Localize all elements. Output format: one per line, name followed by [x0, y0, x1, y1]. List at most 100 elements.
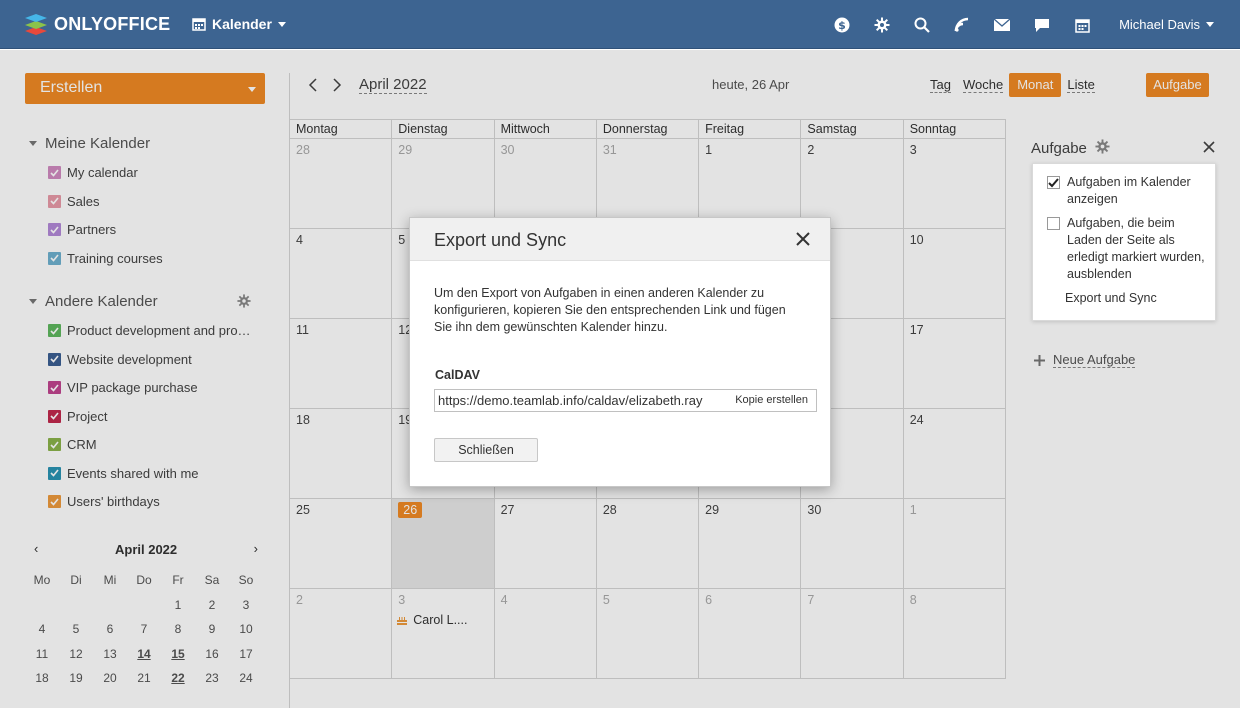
mini-calendar-day[interactable]: 7 — [127, 621, 161, 646]
calendar-checkbox[interactable] — [48, 438, 61, 451]
calendar-checkbox[interactable] — [48, 324, 61, 337]
day-cell[interactable]: 29 — [699, 499, 802, 588]
hide-done-tasks-checkbox[interactable] — [1047, 217, 1060, 230]
day-cell[interactable]: 4 — [495, 589, 597, 678]
mini-next-month-button[interactable]: › — [254, 541, 258, 556]
task-settings-gear-icon[interactable] — [1095, 139, 1110, 158]
day-cell[interactable]: 29 — [392, 139, 495, 228]
calendar-checkbox[interactable] — [48, 194, 61, 208]
other-calendars-header[interactable]: Andere Kalender — [29, 293, 158, 310]
day-cell[interactable]: 11 — [290, 319, 393, 408]
mini-calendar-day[interactable]: 11 — [25, 646, 59, 671]
hide-done-tasks-option[interactable]: Aufgaben, die beim Laden der Seite als e… — [1047, 215, 1211, 283]
mini-calendar-day[interactable]: 9 — [195, 621, 229, 646]
day-cell[interactable]: 28 — [290, 139, 393, 228]
view-option[interactable]: Tag — [924, 73, 957, 97]
day-cell[interactable]: 2 — [290, 589, 393, 678]
day-cell[interactable]: 5 — [597, 589, 700, 678]
day-cell[interactable]: 3 — [904, 139, 1006, 228]
mini-calendar-day[interactable]: 22 — [161, 670, 195, 695]
mini-calendar-day[interactable]: 19 — [59, 670, 93, 695]
chat-icon[interactable] — [1022, 14, 1062, 36]
day-cell[interactable]: 10 — [904, 229, 1006, 318]
day-cell[interactable]: 25 — [290, 499, 393, 588]
mail-icon[interactable] — [982, 14, 1022, 36]
module-switcher[interactable]: Kalender — [192, 16, 286, 32]
calendar-checkbox[interactable] — [48, 495, 61, 508]
calendar-checkbox[interactable] — [48, 223, 61, 236]
mini-calendar-day[interactable]: 23 — [195, 670, 229, 695]
day-cell[interactable]: 3 Carol L.... — [392, 589, 495, 678]
month-title[interactable]: April 2022 — [359, 76, 427, 94]
mini-calendar-day[interactable]: 2 — [195, 597, 229, 622]
day-cell[interactable]: 7 — [801, 589, 904, 678]
dollar-icon[interactable]: $ — [822, 14, 862, 36]
mini-calendar-day[interactable]: 24 — [229, 670, 263, 695]
calendar-checkbox[interactable] — [48, 166, 61, 179]
task-button[interactable]: Aufgabe — [1146, 73, 1209, 97]
calendar-event[interactable]: Carol L.... — [396, 613, 467, 627]
calendar-item[interactable]: Partners — [48, 222, 116, 237]
prev-month-button[interactable] — [308, 76, 318, 97]
mini-calendar-day[interactable]: 4 — [25, 621, 59, 646]
show-tasks-option[interactable]: Aufgaben im Kalender anzeigen — [1047, 174, 1207, 208]
show-tasks-checkbox[interactable] — [1047, 176, 1060, 189]
calendar-item[interactable]: CRM — [48, 437, 97, 452]
calendar-item[interactable]: Events shared with me — [48, 466, 199, 481]
mini-calendar-day[interactable]: 21 — [127, 670, 161, 695]
day-cell[interactable]: 1 — [699, 139, 802, 228]
task-panel-close-icon[interactable] — [1203, 140, 1215, 158]
feed-icon[interactable] — [942, 14, 982, 36]
calendar-item[interactable]: VIP package purchase — [48, 380, 198, 395]
caldav-url-field[interactable]: https://demo.teamlab.info/caldav/elizabe… — [434, 389, 817, 412]
view-option[interactable]: Liste — [1061, 73, 1100, 97]
day-cell[interactable]: 26 — [392, 499, 495, 588]
user-menu[interactable]: Michael Davis — [1119, 17, 1214, 32]
day-cell[interactable]: 8 — [904, 589, 1006, 678]
day-cell[interactable]: 17 — [904, 319, 1006, 408]
calendar-item[interactable]: Website development — [48, 352, 192, 367]
calendar-checkbox[interactable] — [48, 352, 61, 366]
dialog-close-icon[interactable] — [796, 229, 810, 252]
mini-calendar-day[interactable]: 10 — [229, 621, 263, 646]
mini-calendar-day[interactable]: 5 — [59, 621, 93, 646]
close-button[interactable]: Schließen — [434, 438, 538, 462]
copy-link-button[interactable]: Kopie erstellen — [731, 390, 816, 411]
mini-calendar-day[interactable]: 16 — [195, 646, 229, 671]
mini-calendar-day[interactable]: 20 — [93, 670, 127, 695]
view-option[interactable]: Woche — [957, 73, 1009, 97]
day-cell[interactable]: 24 — [904, 409, 1006, 498]
day-cell[interactable]: 31 — [597, 139, 700, 228]
day-cell[interactable]: 4 — [290, 229, 393, 318]
day-cell[interactable]: 1 — [904, 499, 1006, 588]
next-month-button[interactable] — [332, 76, 342, 97]
mini-calendar-day[interactable]: 6 — [93, 621, 127, 646]
my-calendars-header[interactable]: Meine Kalender — [29, 135, 150, 152]
export-sync-link[interactable]: Export und Sync — [1065, 291, 1157, 305]
calendar-item[interactable]: My calendar — [48, 165, 138, 180]
mini-calendar-day[interactable]: 15 — [161, 646, 195, 671]
calendar-item[interactable]: Users' birthdays — [48, 494, 160, 509]
mini-calendar-day[interactable]: 1 — [161, 597, 195, 622]
day-cell[interactable]: 28 — [597, 499, 700, 588]
mini-calendar-day[interactable]: 17 — [229, 646, 263, 671]
create-button[interactable]: Erstellen — [25, 73, 265, 104]
day-cell[interactable]: 18 — [290, 409, 393, 498]
day-cell[interactable]: 30 — [495, 139, 597, 228]
today-label[interactable]: heute, 26 Apr — [712, 77, 789, 92]
calendar-checkbox[interactable] — [48, 251, 61, 265]
app-logo[interactable]: ONLYOFFICE — [24, 12, 170, 36]
calendar-item[interactable]: Product development and pro… — [48, 323, 251, 338]
search-icon[interactable] — [902, 14, 942, 36]
calendar-checkbox[interactable] — [48, 381, 61, 394]
day-cell[interactable]: 6 — [699, 589, 802, 678]
mini-calendar-title[interactable]: April 2022 — [115, 542, 177, 557]
day-cell[interactable]: 2 — [801, 139, 904, 228]
calendar-item[interactable]: Sales — [48, 194, 100, 209]
calendar-item[interactable]: Training courses — [48, 251, 163, 266]
mini-calendar-day[interactable]: 14 — [127, 646, 161, 671]
new-task-link[interactable]: Neue Aufgabe — [1034, 352, 1136, 368]
mini-calendar-day[interactable]: 13 — [93, 646, 127, 671]
mini-prev-month-button[interactable]: ‹ — [34, 541, 38, 556]
mini-calendar-day[interactable]: 3 — [229, 597, 263, 622]
